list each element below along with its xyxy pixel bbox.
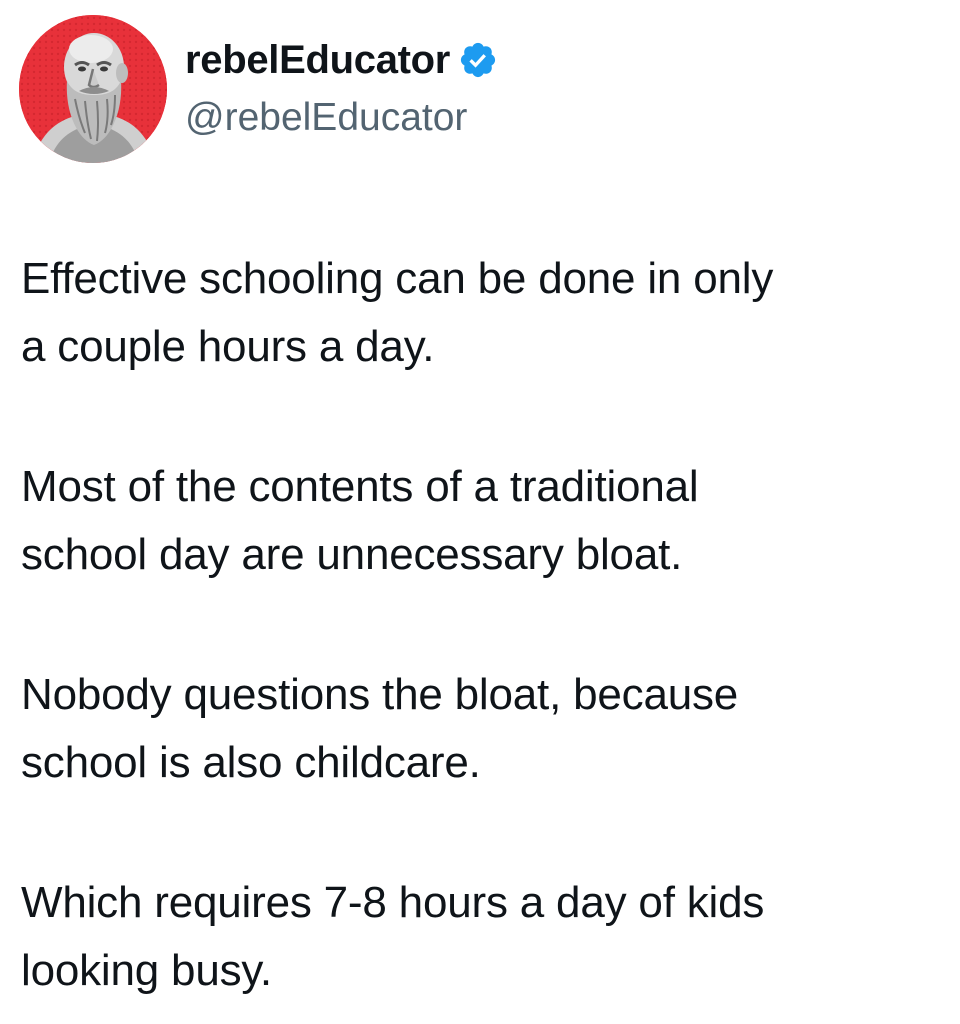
author-name-row[interactable]: rebelEducator — [185, 36, 498, 84]
tweet-paragraph: Which requires 7-8 hours a day of kids l… — [21, 878, 765, 995]
socrates-bust-icon — [19, 15, 167, 163]
tweet-card: rebelEducator @rebelEducator Effective s… — [0, 0, 960, 1024]
tweet-paragraph: Most of the contents of a traditional sc… — [21, 462, 699, 579]
author-avatar[interactable] — [19, 15, 167, 163]
tweet-paragraph: Effective schooling can be done in only … — [21, 254, 774, 371]
author-handle[interactable]: @rebelEducator — [185, 94, 467, 142]
tweet-text: Effective schooling can be done in only … — [21, 245, 941, 1005]
verified-badge-icon — [460, 42, 496, 78]
tweet-paragraph: Nobody questions the bloat, because scho… — [21, 670, 739, 787]
author-display-name[interactable]: rebelEducator — [185, 36, 450, 84]
